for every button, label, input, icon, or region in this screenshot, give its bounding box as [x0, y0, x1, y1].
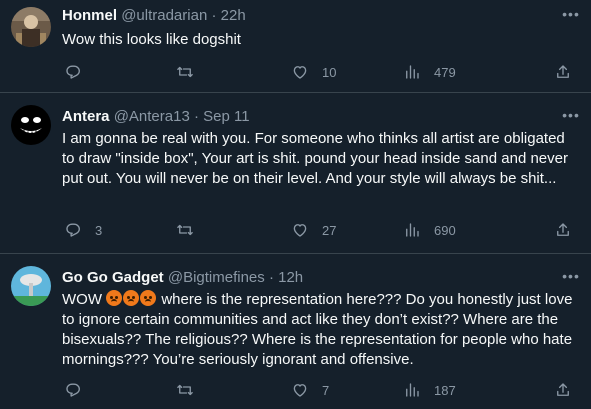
- like-button[interactable]: 7: [291, 379, 329, 401]
- like-count: 27: [322, 222, 337, 238]
- display-name[interactable]: Antera: [62, 108, 110, 125]
- tweet-header: Go Go Gadget @Bigtimefines · 12h: [62, 268, 303, 287]
- like-button[interactable]: 27: [291, 219, 336, 241]
- like-icon: [293, 224, 307, 237]
- timestamp[interactable]: 22h: [221, 7, 246, 24]
- retweet-icon: [177, 384, 193, 396]
- action-bar: 10 479: [0, 61, 591, 83]
- separator: ·: [264, 269, 279, 286]
- views-icon: [406, 383, 419, 397]
- more-icon[interactable]: •••: [560, 7, 582, 27]
- angry-face-icon: [106, 290, 123, 306]
- tweet-honmel[interactable]: Honmel @ultradarian · 22h ••• Wow this l…: [0, 0, 591, 92]
- reply-button[interactable]: 3: [64, 219, 102, 241]
- timestamp[interactable]: Sep 11: [203, 108, 249, 125]
- angry-face-icon: [140, 290, 157, 306]
- reply-button[interactable]: [64, 61, 95, 83]
- like-icon: [293, 384, 307, 397]
- tweet-gogogadget[interactable]: Go Go Gadget @Bigtimefines · 12h ••• WOW…: [0, 254, 591, 409]
- avatar[interactable]: [11, 7, 51, 47]
- handle[interactable]: @Bigtimefines: [168, 269, 265, 286]
- reply-icon: [66, 223, 80, 237]
- like-icon: [293, 66, 307, 79]
- display-name[interactable]: Go Go Gadget: [62, 269, 164, 286]
- action-bar: 7 187: [0, 379, 591, 401]
- views-icon: [406, 223, 419, 237]
- retweet-button[interactable]: [176, 61, 207, 83]
- reply-count: 3: [95, 222, 103, 238]
- reply-icon: [66, 65, 80, 79]
- avatar[interactable]: [11, 266, 51, 306]
- retweet-icon: [177, 66, 193, 78]
- share-icon: [557, 65, 569, 78]
- views-button[interactable]: 479: [403, 61, 456, 83]
- reply-button[interactable]: [64, 379, 95, 401]
- tweet-text: Wow this looks like dogshit: [62, 31, 241, 48]
- action-bar: 3 27 690: [0, 219, 591, 241]
- separator: ·: [207, 7, 221, 24]
- views-count: 479: [434, 64, 456, 80]
- views-count: 690: [434, 222, 456, 238]
- angry-face-icon: [123, 290, 140, 306]
- handle[interactable]: @ultradarian: [121, 7, 207, 24]
- share-button[interactable]: [554, 379, 572, 401]
- share-icon: [557, 383, 569, 396]
- views-count: 187: [434, 382, 456, 398]
- tweet-text: I am gonna be real with you. For someone…: [62, 130, 568, 187]
- tweet-header: Honmel @ultradarian · 22h: [62, 6, 246, 25]
- more-icon[interactable]: •••: [560, 269, 582, 289]
- tweet-header: Antera @Antera13 · Sep 11: [62, 107, 250, 126]
- like-count: 10: [322, 64, 337, 80]
- separator: ·: [189, 108, 204, 125]
- like-button[interactable]: 10: [291, 61, 336, 83]
- tweet-antera[interactable]: Antera @Antera13 · Sep 11 ••• I am gonna…: [0, 93, 591, 253]
- avatar[interactable]: [11, 105, 51, 145]
- retweet-icon: [177, 224, 193, 236]
- reply-icon: [66, 383, 80, 397]
- timestamp[interactable]: 12h: [278, 269, 303, 286]
- tweet-text-prefix: WOW: [62, 291, 102, 308]
- display-name[interactable]: Honmel: [62, 7, 117, 24]
- more-icon[interactable]: •••: [560, 108, 582, 128]
- views-icon: [406, 65, 419, 79]
- views-button[interactable]: 690: [403, 219, 456, 241]
- share-icon: [557, 223, 569, 236]
- tweet-text: where is the representation here??? Do y…: [62, 291, 573, 368]
- views-button[interactable]: 187: [403, 379, 456, 401]
- retweet-button[interactable]: [176, 379, 207, 401]
- like-count: 7: [322, 382, 330, 398]
- tweet-text-block: WOW where is the representation here??? …: [62, 290, 578, 370]
- handle[interactable]: @Antera13: [114, 108, 190, 125]
- share-button[interactable]: [554, 61, 572, 83]
- share-button[interactable]: [554, 219, 572, 241]
- retweet-button[interactable]: [176, 219, 207, 241]
